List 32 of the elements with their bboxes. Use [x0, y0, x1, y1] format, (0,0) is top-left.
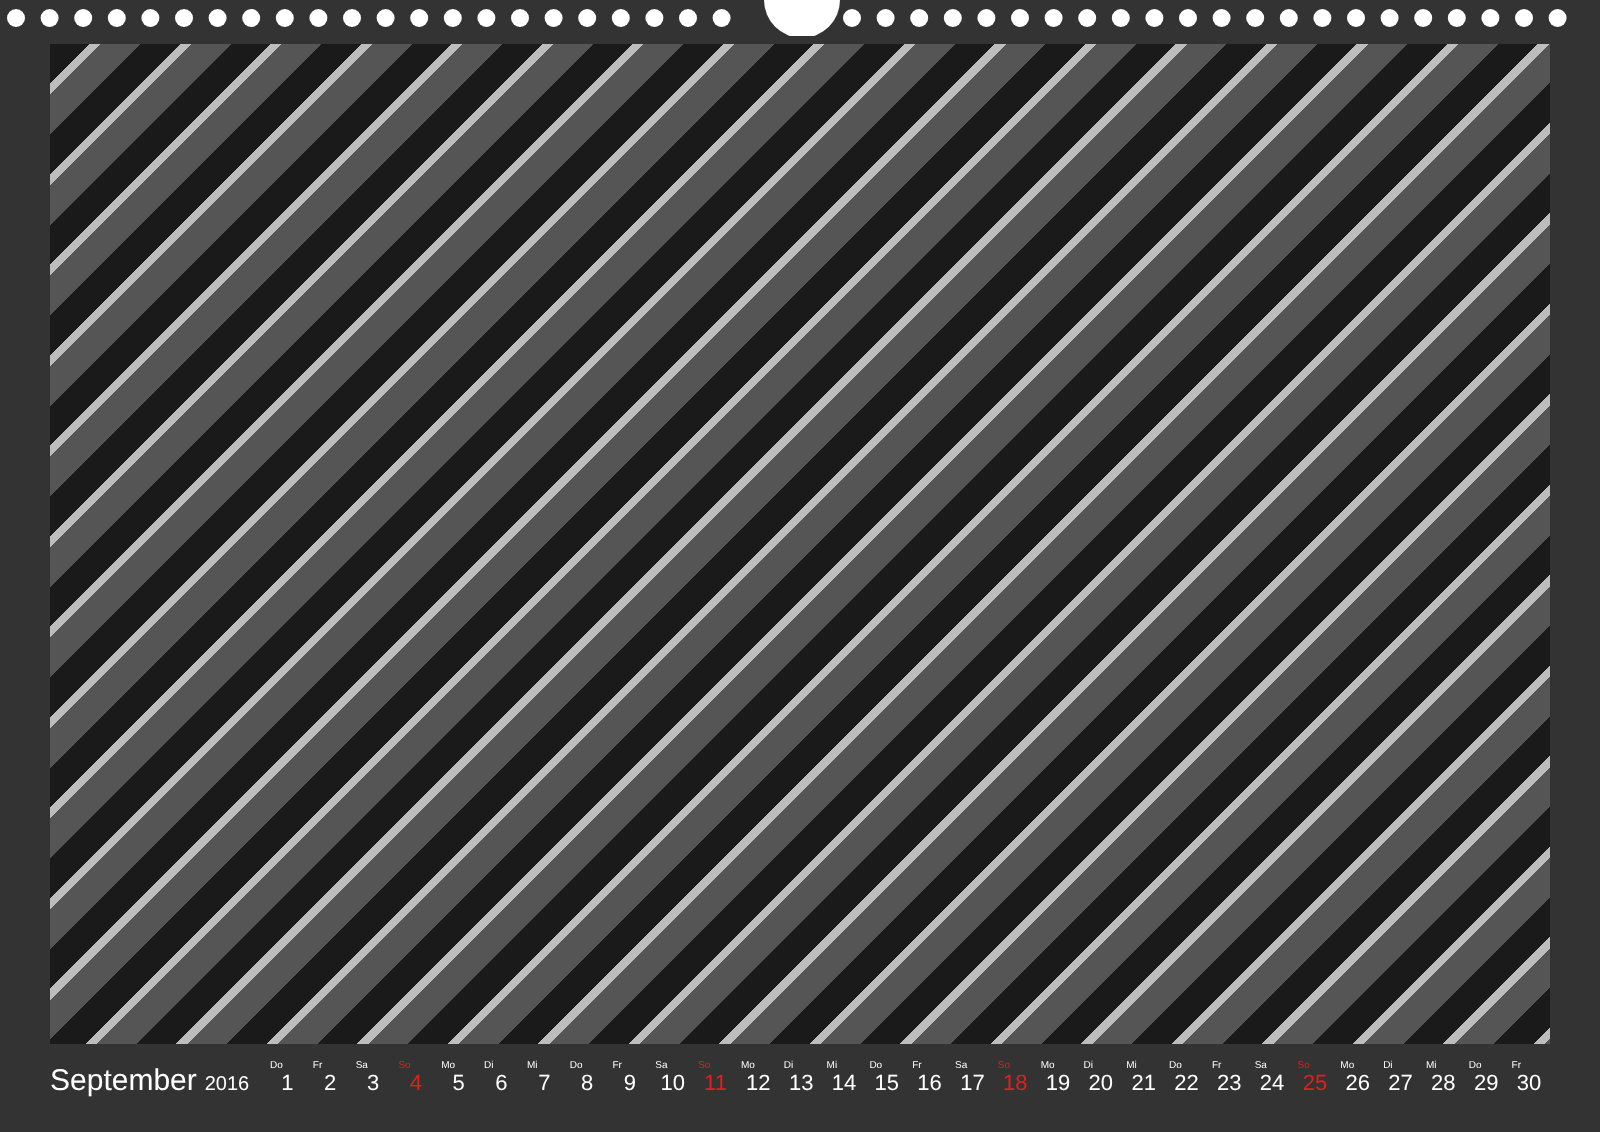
day-number: 4 [409, 1074, 422, 1096]
day-number: 16 [917, 1074, 942, 1096]
day-number: 27 [1388, 1074, 1413, 1096]
day-number: 8 [580, 1074, 594, 1096]
day-number: 14 [831, 1074, 857, 1096]
day-number: 5 [452, 1074, 465, 1096]
day-number: 10 [660, 1074, 685, 1096]
day-number: 18 [1002, 1074, 1028, 1096]
day-number: 15 [874, 1074, 900, 1096]
day-number: 26 [1345, 1074, 1370, 1096]
day-number: 3 [366, 1074, 380, 1096]
day-number: 12 [746, 1074, 771, 1096]
day-number: 2 [324, 1074, 337, 1096]
day-number: 11 [704, 1074, 727, 1096]
day-number: 17 [960, 1074, 985, 1096]
day-number: 6 [495, 1074, 508, 1096]
day-number: 1 [281, 1074, 294, 1096]
month-label: September [50, 1066, 197, 1096]
day-number: 21 [1131, 1074, 1156, 1096]
day-number: 19 [1045, 1074, 1071, 1096]
day-number: 25 [1302, 1074, 1328, 1096]
day-number: 13 [788, 1074, 814, 1096]
day-number: 24 [1259, 1074, 1285, 1096]
day-number: 22 [1174, 1074, 1199, 1096]
day-number: 23 [1217, 1074, 1242, 1096]
day-number: 20 [1088, 1074, 1114, 1096]
day-number: 29 [1473, 1074, 1499, 1096]
year-label: 2016 [204, 1076, 250, 1096]
day-number: 30 [1516, 1074, 1542, 1096]
day-number: 28 [1431, 1074, 1456, 1096]
day-number: 9 [623, 1074, 637, 1096]
day-number: 7 [538, 1074, 551, 1096]
